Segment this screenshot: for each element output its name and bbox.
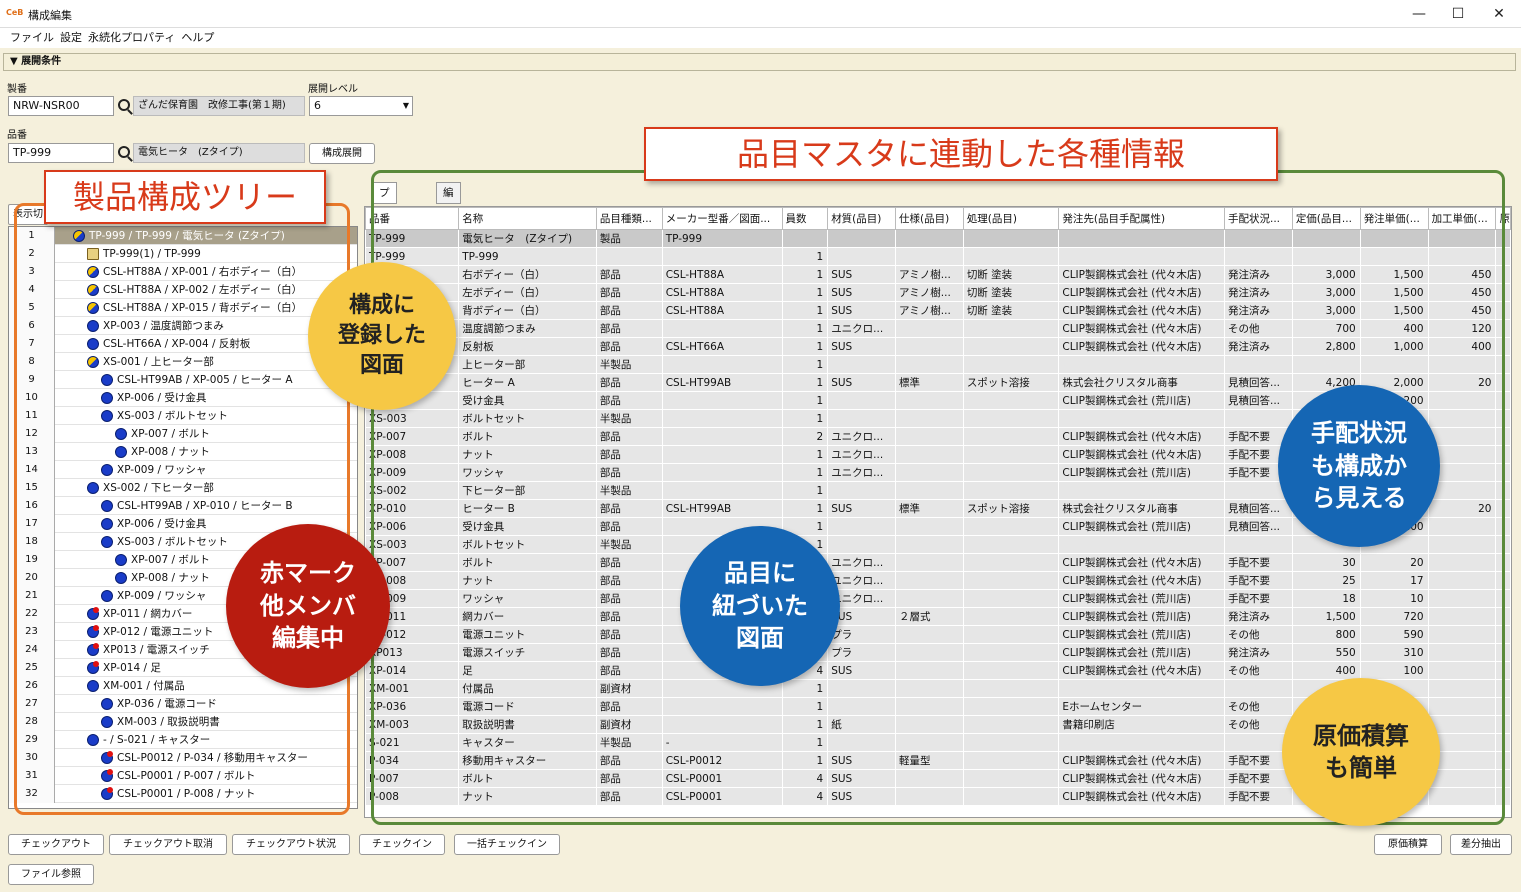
callout-line: 登録した <box>337 323 426 349</box>
menu-file[interactable]: ファイル <box>10 28 54 48</box>
minimize-icon[interactable]: — <box>1404 4 1434 24</box>
cost-estimate-button[interactable]: 原価積算 <box>1374 834 1442 855</box>
seiban-input[interactable]: NRW-NSR00 <box>8 96 114 116</box>
maximize-icon[interactable]: ☐ <box>1443 4 1473 24</box>
callout-red-mark: 赤マーク他メンバ編集中 <box>226 524 390 688</box>
menu-settings[interactable]: 設定 <box>60 28 82 48</box>
callout-line: 手配状況 <box>1311 419 1407 448</box>
callout-line: 他メンバ <box>260 591 356 620</box>
expand-button[interactable]: 構成展開 <box>309 143 375 164</box>
chevron-down-icon: ▼ <box>402 101 409 110</box>
checkout-status-button[interactable]: チェックアウト状況 <box>232 834 350 855</box>
callout-cost-estimate: 原価積算 も簡単 <box>1282 678 1440 826</box>
search-icon[interactable] <box>118 146 130 158</box>
callout-line: 品目に <box>724 559 796 588</box>
callout-order-status: 手配状況も構成から見える <box>1278 385 1440 547</box>
tree-banner: 製品構成ツリー <box>44 170 326 224</box>
window-title: 構成編集 <box>28 9 72 22</box>
callout-line: 編集中 <box>272 624 344 653</box>
level-value: 6 <box>314 99 321 112</box>
bulk-checkin-button[interactable]: 一括チェックイン <box>454 834 560 855</box>
callout-registered-drawing: 構成に 登録した 図面 <box>308 262 456 410</box>
callout-line: 原価積算 <box>1313 721 1409 750</box>
callout-line: も簡単 <box>1325 754 1397 782</box>
callout-line: 図面 <box>736 624 784 653</box>
menu-help[interactable]: ヘルプ <box>181 28 214 48</box>
level-label: 展開レベル <box>308 84 358 95</box>
diff-extract-button[interactable]: 差分抽出 <box>1450 834 1512 855</box>
conditions-header[interactable]: ▼ 展開条件 <box>3 53 1516 71</box>
callout-line: 図面 <box>359 352 404 378</box>
tree-highlight-frame <box>14 203 350 815</box>
menu-bar: ファイル 設定 永続化プロパティ ヘルプ <box>0 28 1521 48</box>
master-banner: 品目マスタに連動した各種情報 <box>644 127 1278 181</box>
callout-line: ら見える <box>1311 484 1407 513</box>
file-reference-button[interactable]: ファイル参照 <box>8 864 94 885</box>
app-logo: CeB <box>6 8 24 17</box>
hinban-input[interactable]: TP-999 <box>8 143 114 163</box>
search-icon[interactable] <box>118 99 130 111</box>
seiban-label: 製番 <box>7 84 27 95</box>
hinban-name: 電気ヒータ (Zタイプ) <box>133 143 305 163</box>
checkin-button[interactable]: チェックイン <box>359 834 445 855</box>
callout-line: 紐づいた <box>712 591 808 620</box>
callout-line: 構成に <box>348 293 415 319</box>
checkout-button[interactable]: チェックアウト <box>8 834 104 855</box>
callout-line: 赤マーク <box>260 559 356 588</box>
menu-persistence[interactable]: 永続化プロパティ <box>88 28 175 48</box>
hinban-label: 品番 <box>7 130 27 141</box>
checkout-cancel-button[interactable]: チェックアウト取消 <box>109 834 227 855</box>
level-select[interactable]: 6 ▼ <box>309 96 413 116</box>
seiban-name: ざんだ保育園 改修工事(第１期) <box>133 96 305 116</box>
callout-line: も構成か <box>1311 451 1407 480</box>
callout-linked-drawing: 品目に 紐づいた 図面 <box>680 526 840 686</box>
close-icon[interactable]: ✕ <box>1484 4 1514 24</box>
title-bar: CeB 構成編集 — ☐ ✕ <box>0 0 1521 28</box>
